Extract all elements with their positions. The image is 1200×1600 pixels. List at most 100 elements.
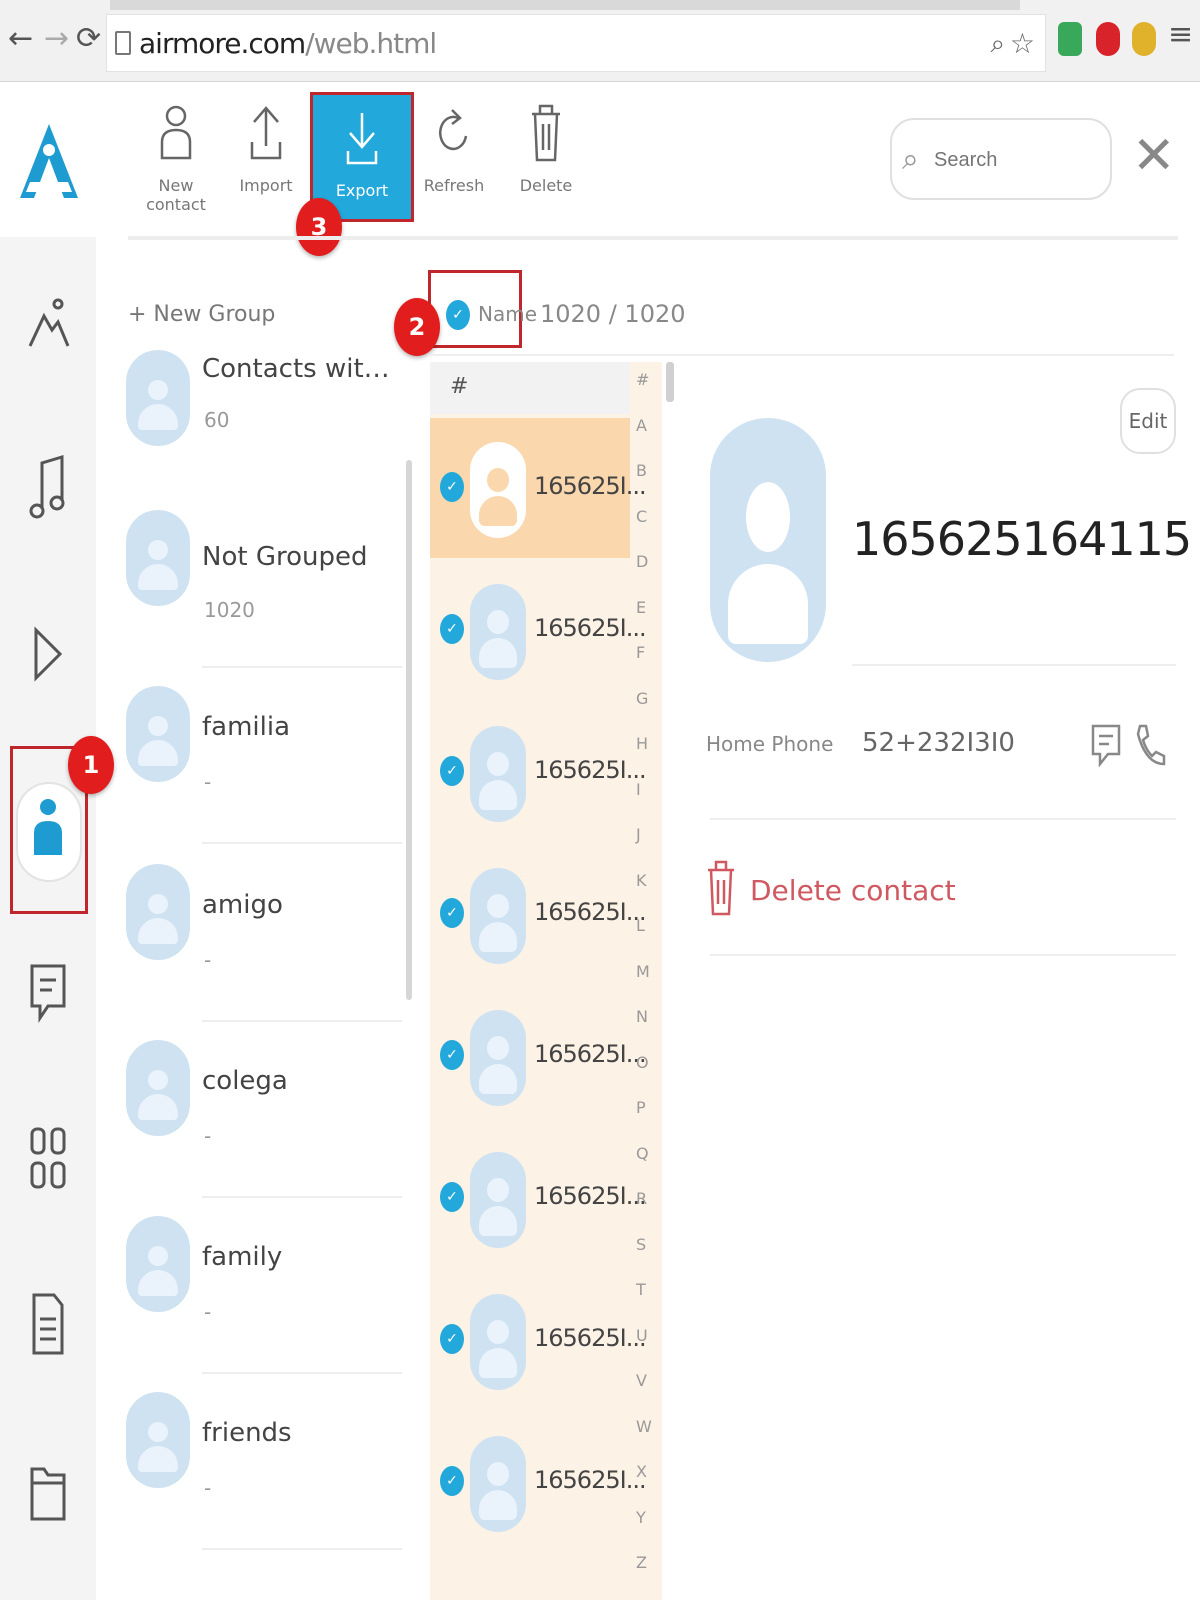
alphabet-letter[interactable]: F	[636, 643, 645, 662]
contact-checkbox[interactable]: ✓	[440, 1040, 464, 1070]
contact-checkbox[interactable]: ✓	[440, 1182, 464, 1212]
edit-button[interactable]: Edit	[1120, 388, 1176, 454]
contact-checkbox[interactable]: ✓	[440, 756, 464, 786]
group-item[interactable]: friends -	[124, 1392, 404, 1562]
back-arrow-icon[interactable]: ←	[8, 24, 33, 54]
group-item[interactable]: Not Grouped 1020	[124, 510, 404, 680]
alphabet-letter[interactable]: N	[636, 1007, 648, 1026]
page-icon	[115, 31, 131, 55]
contact-row[interactable]: ✓ 165625I...	[430, 844, 647, 984]
alphabet-letter[interactable]: D	[636, 552, 648, 571]
reload-icon[interactable]: ⟳	[76, 24, 101, 54]
alphabet-letter[interactable]: P	[636, 1098, 646, 1117]
browser-menu-icon[interactable]: ≡	[1168, 20, 1193, 50]
rail-documents[interactable]	[18, 1293, 78, 1355]
contact-avatar-icon	[470, 1436, 526, 1532]
delete-contact-label: Delete contact	[750, 874, 956, 907]
alphabet-letter[interactable]: G	[636, 689, 648, 708]
zoom-icon[interactable]: ⌕	[990, 29, 1005, 60]
alphabet-letter[interactable]: Z	[636, 1553, 647, 1572]
contact-checkbox[interactable]: ✓	[440, 614, 464, 644]
contact-checkbox[interactable]: ✓	[440, 1466, 464, 1496]
contacts-scrollbar[interactable]	[666, 362, 674, 402]
group-name: familia	[202, 712, 291, 742]
airmore-logo-icon	[20, 124, 78, 198]
rail-videos[interactable]	[18, 624, 78, 684]
new-group-button[interactable]: + New Group	[128, 302, 275, 327]
select-all-checkbox[interactable]: ✓	[446, 300, 470, 330]
alphabet-letter[interactable]: E	[636, 598, 646, 617]
group-avatar-icon	[126, 864, 190, 960]
alphabet-letter[interactable]: V	[636, 1371, 647, 1390]
group-avatar-icon	[126, 1216, 190, 1312]
alphabet-letter[interactable]: B	[636, 461, 647, 480]
refresh-button[interactable]: Refresh	[406, 102, 502, 222]
phone-call-icon[interactable]	[1134, 722, 1166, 768]
trash-icon	[708, 860, 734, 916]
alphabet-letter[interactable]: I	[636, 780, 641, 799]
contact-row[interactable]: ✓ 165625I...	[430, 986, 647, 1126]
address-bar[interactable]: airmore.com/web.html ⌕ ☆	[106, 14, 1046, 72]
alphabet-letter[interactable]: M	[636, 962, 650, 981]
alphabet-letter[interactable]: W	[636, 1417, 652, 1436]
groups-scrollbar[interactable]	[406, 460, 412, 1000]
alphabet-letter[interactable]: K	[636, 871, 647, 890]
import-label: Import	[239, 176, 293, 195]
contact-checkbox[interactable]: ✓	[440, 898, 464, 928]
phone-number: 52+232I3I0	[862, 728, 1015, 758]
alphabet-letter[interactable]: O	[636, 1053, 649, 1072]
contact-name: 165625I...	[534, 472, 647, 500]
group-name: friends	[202, 1418, 292, 1448]
new-contact-button[interactable]: New contact	[128, 102, 224, 222]
alphabet-letter[interactable]: U	[636, 1326, 648, 1345]
trash-icon	[532, 104, 560, 162]
refresh-icon	[439, 109, 468, 151]
alphabet-letter[interactable]: Y	[636, 1508, 646, 1527]
search-input[interactable]	[934, 140, 1094, 180]
extension-red-icon[interactable]	[1096, 22, 1120, 56]
extension-yellow-icon[interactable]	[1132, 22, 1156, 56]
play-icon	[34, 626, 63, 682]
forward-arrow-icon[interactable]: →	[44, 24, 69, 54]
sort-name-label[interactable]: Name	[478, 302, 537, 326]
alphabet-letter[interactable]: T	[636, 1280, 646, 1299]
group-item[interactable]: family -	[124, 1216, 404, 1386]
contact-row[interactable]: ✓ 165625I...	[430, 1128, 647, 1268]
send-message-icon[interactable]	[1090, 722, 1122, 768]
alphabet-letter[interactable]: A	[636, 416, 647, 435]
alphabet-letter[interactable]: J	[636, 825, 641, 844]
rail-files[interactable]	[18, 1462, 78, 1522]
contact-row[interactable]: ✓ 165625I...	[430, 418, 647, 558]
rail-messages[interactable]	[18, 962, 78, 1023]
bookmark-star-icon[interactable]: ☆	[1010, 27, 1035, 60]
alphabet-letter[interactable]: #	[636, 370, 649, 389]
alphabet-letter[interactable]: L	[636, 916, 645, 935]
extension-green-icon[interactable]	[1058, 22, 1082, 56]
alphabet-letter[interactable]: Q	[636, 1144, 649, 1163]
contact-row[interactable]: ✓ 165625I...	[430, 1412, 647, 1552]
group-item[interactable]: Contacts with Numb... 60	[124, 350, 404, 520]
contact-name: 165625I...	[534, 1324, 647, 1352]
delete-button[interactable]: Delete	[498, 102, 594, 222]
group-count: -	[204, 1300, 212, 1324]
rail-apps[interactable]	[18, 1127, 78, 1189]
alphabet-letter[interactable]: C	[636, 507, 647, 526]
contact-checkbox[interactable]: ✓	[440, 472, 464, 502]
contact-row[interactable]: ✓ 165625I...	[430, 702, 647, 842]
search-box[interactable]: ⌕	[890, 118, 1112, 200]
alphabet-letter[interactable]: H	[636, 734, 648, 753]
close-icon[interactable]: ✕	[1132, 130, 1176, 182]
group-item[interactable]: amigo -	[124, 864, 404, 1034]
alphabet-letter[interactable]: R	[636, 1189, 647, 1208]
contact-row[interactable]: ✓ 165625I...	[430, 560, 647, 700]
rail-music[interactable]	[18, 454, 78, 519]
alphabet-letter[interactable]: X	[636, 1462, 647, 1481]
group-item[interactable]: familia -	[124, 686, 404, 856]
rail-photos[interactable]	[18, 292, 78, 352]
group-item[interactable]: colega -	[124, 1040, 404, 1210]
alphabet-letter[interactable]: S	[636, 1235, 646, 1254]
alphabet-index[interactable]: # A B C D E F G H I J K L M N O P Q R S T U V W X Y Z	[632, 370, 662, 1600]
contact-checkbox[interactable]: ✓	[440, 1324, 464, 1354]
import-button[interactable]: Import	[218, 102, 314, 222]
contact-row[interactable]: ✓ 165625I...	[430, 1270, 647, 1410]
